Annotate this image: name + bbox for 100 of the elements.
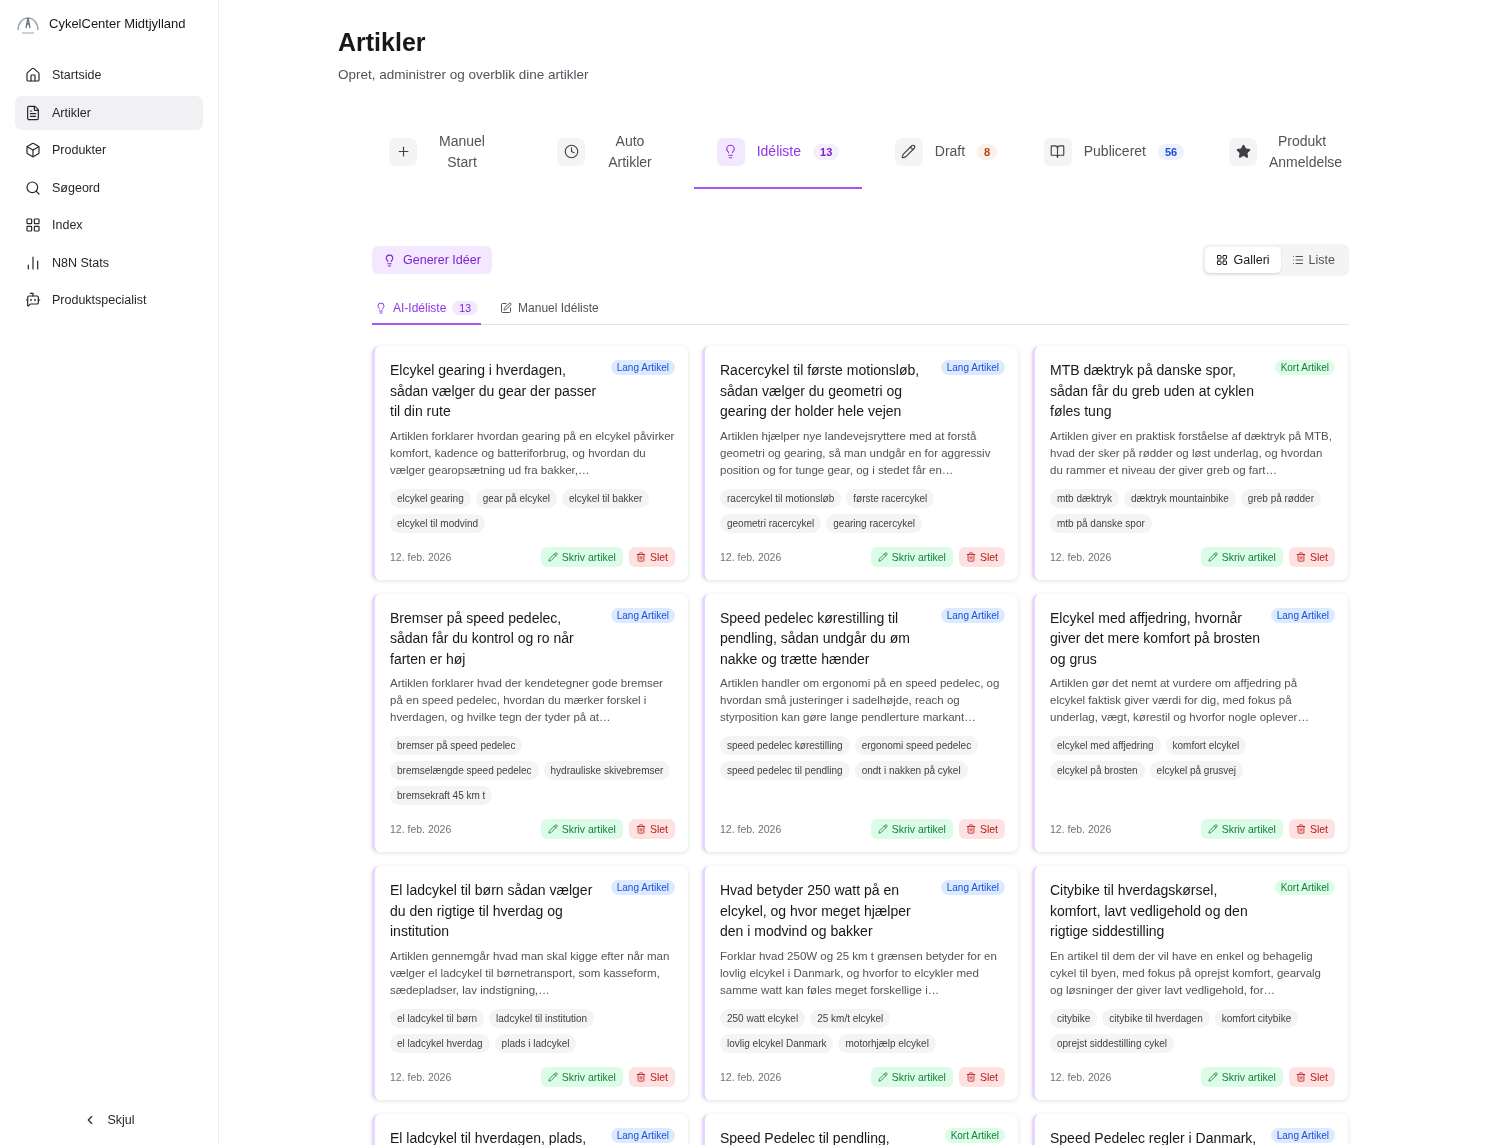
generate-ideas-button[interactable]: Generer Idéer: [372, 246, 492, 274]
keyword-chip: gear på elcykel: [475, 488, 557, 508]
tab-icon: [557, 137, 585, 166]
write-article-button[interactable]: Skriv artikel: [1200, 1066, 1283, 1087]
keyword-chip: dæktryk mountainbike: [1124, 488, 1236, 508]
delete-button[interactable]: Slet: [628, 546, 675, 567]
write-article-button[interactable]: Skriv artikel: [540, 1066, 623, 1087]
tab[interactable]: Manuel Start: [358, 126, 526, 189]
card-title: Citybike til hverdagskørsel, komfort, lavt vedligehold og den rigtige siddestilling: [1050, 881, 1249, 941]
pencil-icon: [547, 824, 558, 834]
sidebar-item[interactable]: Index: [15, 208, 203, 242]
sidebar-item[interactable]: Søgeord: [15, 170, 203, 205]
keyword-chip: hydrauliske skivebremser: [543, 761, 671, 780]
subtab[interactable]: Manuel Idéliste: [497, 294, 602, 325]
write-article-button[interactable]: Skriv artikel: [870, 546, 953, 567]
count-badge: 56: [1158, 143, 1185, 160]
keyword-chip: elcykel med affjedring: [1050, 736, 1161, 755]
keyword-chip: lovlig elcykel Danmark: [720, 1033, 834, 1053]
write-article-button[interactable]: Skriv artikel: [1200, 546, 1283, 567]
lightbulb-icon: [383, 253, 396, 267]
sidebar-item[interactable]: Artikler: [15, 95, 203, 130]
card-title: Speed Pedelec til pendling,: [720, 1128, 890, 1145]
delete-button[interactable]: Slet: [958, 819, 1005, 839]
article-type-tag: Lang Artikel: [940, 880, 1005, 895]
nav-icon: [25, 217, 41, 233]
keyword-chip: mtb dæktryk: [1050, 488, 1119, 508]
write-article-button[interactable]: Skriv artikel: [870, 1066, 953, 1087]
keyword-chip: gearing racercykel: [826, 513, 922, 533]
keyword-chip: bremsekraft 45 km t: [390, 786, 493, 805]
keyword-chip: citybike til hverdagen: [1102, 1008, 1210, 1028]
view-toggle-button[interactable]: Galleri: [1205, 247, 1281, 273]
article-type-tag: Lang Artikel: [1270, 607, 1335, 623]
delete-button[interactable]: Slet: [958, 1066, 1005, 1087]
keyword-chip: greb på rødder: [1240, 488, 1321, 508]
card-description: En artikel til dem der vil have en enkel og behagelig cykel til byen, med fokus på oprejst komfort, gearvalg og løsninger der giver lavt vedligehold, for…: [1050, 948, 1322, 998]
pencil-icon: [1207, 1071, 1218, 1082]
subtab[interactable]: AI-Idéliste 13: [372, 294, 482, 325]
tab[interactable]: Idéliste 13: [694, 126, 862, 189]
article-type-tag: Lang Artikel: [610, 607, 675, 623]
tab[interactable]: Auto Artikler: [526, 126, 694, 189]
tab-icon: [1043, 137, 1072, 166]
pencil-icon: [877, 824, 888, 834]
keyword-chip: ladcykel til institution: [489, 1008, 595, 1028]
article-type-tag: Kort Artikel: [1274, 880, 1335, 895]
keyword-chip: citybike: [1050, 1008, 1098, 1028]
card-title: Elcykel gearing i hverdagen, sådan vælger du gear der passer til din rute: [390, 361, 598, 421]
write-article-button[interactable]: Skriv artikel: [540, 819, 623, 839]
sidebar-item[interactable]: N8N Stats: [15, 245, 203, 280]
article-type-tag: Lang Artikel: [1270, 1127, 1335, 1143]
count-badge: 13: [452, 301, 479, 315]
sidebar-item[interactable]: Startside: [15, 58, 203, 92]
delete-button[interactable]: Slet: [1288, 546, 1335, 567]
sidebar-item[interactable]: Produktspecialist: [15, 283, 203, 317]
keyword-chip: elcykel til bakker: [562, 488, 650, 508]
delete-button[interactable]: Slet: [628, 1066, 675, 1087]
collapse-link[interactable]: Skjul: [73, 1109, 145, 1131]
delete-button[interactable]: Slet: [628, 819, 675, 839]
keyword-chip: racercykel til motionsløb: [720, 488, 842, 508]
pencil-icon: [1207, 551, 1218, 562]
delete-button[interactable]: Slet: [1288, 1066, 1335, 1087]
tab-icon: [716, 137, 745, 166]
write-article-button[interactable]: Skriv artikel: [540, 546, 623, 567]
trash-icon: [965, 551, 976, 562]
sidebar-item[interactable]: Produkter: [15, 133, 203, 167]
keyword-chip: bremselængde speed pedelec: [390, 761, 539, 780]
keyword-chip: geometri racercykel: [720, 513, 822, 533]
trash-icon: [1295, 824, 1306, 834]
tab[interactable]: Produkt Anmeldelse: [1198, 126, 1366, 189]
page-subtitle: Opret, administrer og overblik dine artikler: [338, 67, 590, 82]
tab-icon: [389, 137, 417, 166]
card-title: El ladcykel til børn sådan vælger du den rigtige til hverdag og institution: [390, 881, 594, 941]
keyword-chip: el ladcykel hverdag: [390, 1033, 490, 1053]
card-description: Artiklen hjælper nye landevejsryttere med at forstå geometri og gearing, så man undgår en for aggressiv position og for tunge gear, og i stedet får en…: [720, 428, 992, 478]
card-description: Artiklen giver en praktisk forståelse af dæktryk på MTB, hvad der sker på rødder og løst underlag, og hvordan du rammer et niveau der giver greb og fart…: [1050, 428, 1333, 478]
card-title: Bremser på speed pedelec, sådan får du kontrol og ro når farten er høj: [390, 608, 575, 669]
write-article-button[interactable]: Skriv artikel: [1200, 819, 1283, 839]
card-description: Forklar hvad 250W og 25 km t grænsen betyder for en lovlig elcykel i Danmark, og hvorfor to elcykler med samme watt kan føles meget forskellige i…: [720, 948, 998, 998]
trash-icon: [635, 824, 646, 834]
card-description: Artiklen forklarer hvordan gearing på en elcykel påvirker komfort, kadence og batteriforbrug, og hvordan du vælger gearopsætning ud fra bakker,…: [390, 428, 675, 478]
delete-button[interactable]: Slet: [1288, 819, 1335, 839]
keyword-chip: elcykel gearing: [390, 488, 471, 508]
article-type-tag: Lang Artikel: [940, 360, 1005, 375]
card-title: Speed Pedelec regler i Danmark,: [1050, 1128, 1257, 1145]
card-date: 12. feb. 2026: [720, 823, 782, 835]
grid-icon: [1216, 254, 1229, 266]
keyword-chip: ergonomi speed pedelec: [854, 736, 979, 755]
delete-button[interactable]: Slet: [958, 546, 1005, 567]
trash-icon: [635, 551, 646, 562]
pencil-icon: [877, 551, 888, 562]
article-type-tag: Kort Artikel: [944, 1127, 1005, 1143]
tab[interactable]: Publiceret 56: [1030, 126, 1198, 189]
tab-icon: [894, 137, 923, 166]
card-date: 12. feb. 2026: [390, 550, 452, 563]
tab[interactable]: Draft 8: [862, 126, 1030, 189]
nav-icon: [25, 179, 41, 196]
write-article-button[interactable]: Skriv artikel: [870, 819, 953, 839]
keyword-chip: bremser på speed pedelec: [390, 736, 523, 755]
pencil-icon: [1207, 824, 1218, 834]
view-toggle-button[interactable]: Liste: [1280, 247, 1346, 273]
trash-icon: [965, 1071, 976, 1082]
